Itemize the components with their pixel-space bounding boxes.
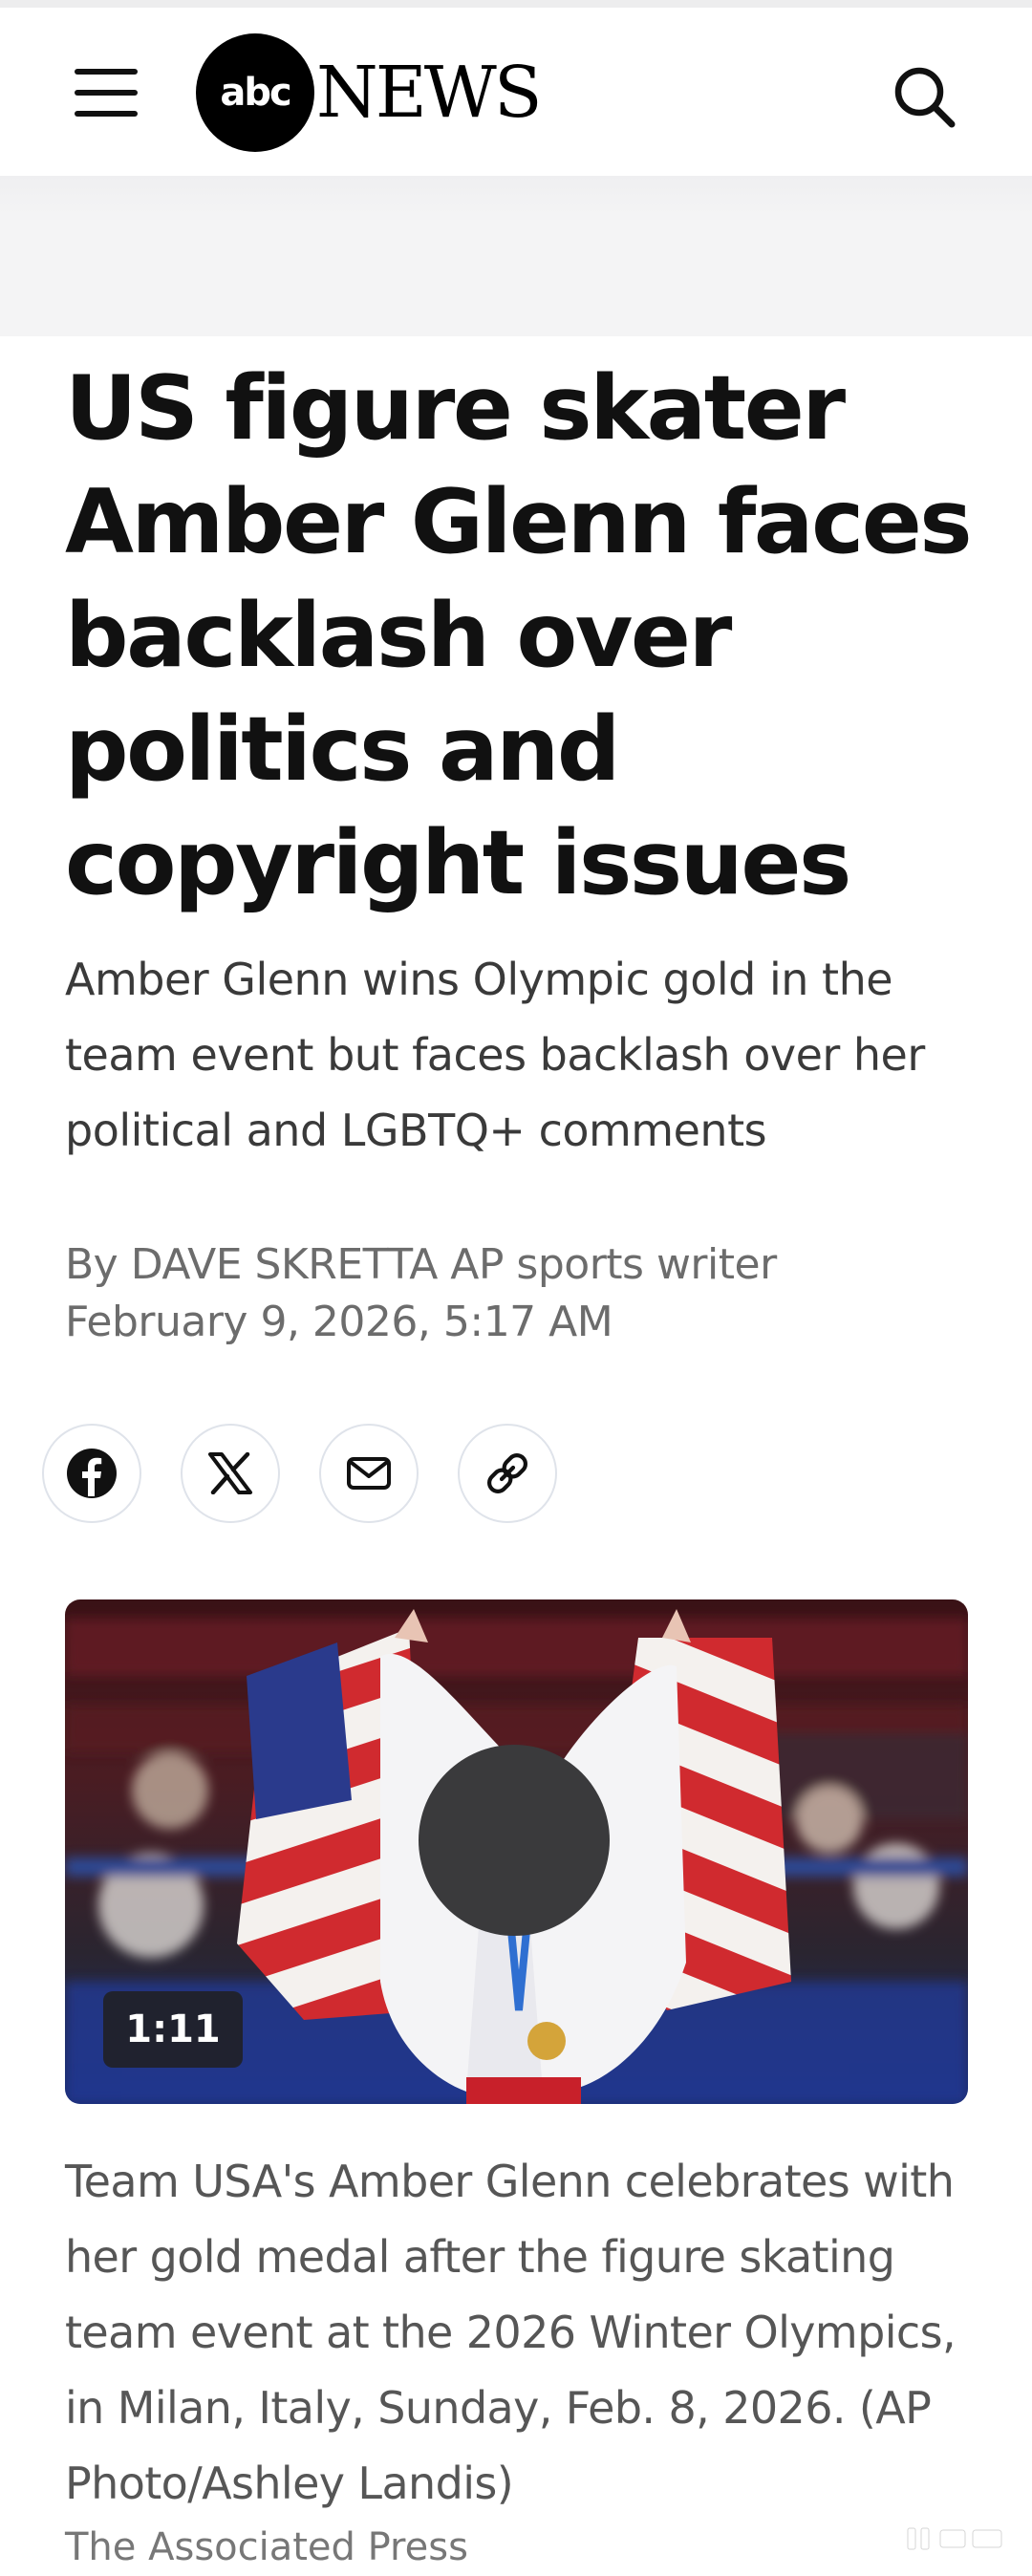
article-byline-block: By DAVE SKRETTA AP sports writer Februar…: [65, 1236, 963, 1351]
share-x-button[interactable]: [181, 1424, 280, 1523]
copy-link-button[interactable]: [458, 1424, 557, 1523]
article-headline: US figure skater Amber Glenn faces backl…: [65, 356, 973, 914]
abc-logo-circle: abc: [196, 33, 314, 152]
video-duration-badge: 1:11: [103, 1991, 243, 2068]
facebook-icon: [67, 1449, 117, 1498]
byline-date: February 9, 2026, 5:17 AM: [65, 1298, 613, 1346]
mail-icon: [347, 1457, 391, 1490]
video-player[interactable]: 1:11: [65, 1599, 968, 2104]
ad-placeholder: [0, 176, 1032, 336]
x-icon: [208, 1452, 252, 1494]
share-bar: [42, 1424, 615, 1523]
photo-credit: The Associated Press: [65, 2525, 468, 2569]
byline-author: By DAVE SKRETTA AP sports writer: [65, 1240, 777, 1289]
search-icon[interactable]: [889, 61, 959, 132]
share-facebook-button[interactable]: [42, 1424, 141, 1523]
photo-caption: Team USA's Amber Glenn celebrates with h…: [65, 2156, 957, 2509]
news-wordmark: NEWS: [316, 52, 543, 134]
status-strip: [0, 0, 1032, 8]
watermark-logo: [902, 2522, 1017, 2553]
abc-news-logo[interactable]: abc NEWS: [196, 33, 559, 154]
link-icon: [487, 1453, 527, 1493]
site-header: abc NEWS: [0, 8, 1032, 176]
share-email-button[interactable]: [319, 1424, 419, 1523]
article-subheadline: Amber Glenn wins Olympic gold in the tea…: [65, 954, 925, 1156]
hamburger-menu-icon[interactable]: [75, 69, 138, 117]
